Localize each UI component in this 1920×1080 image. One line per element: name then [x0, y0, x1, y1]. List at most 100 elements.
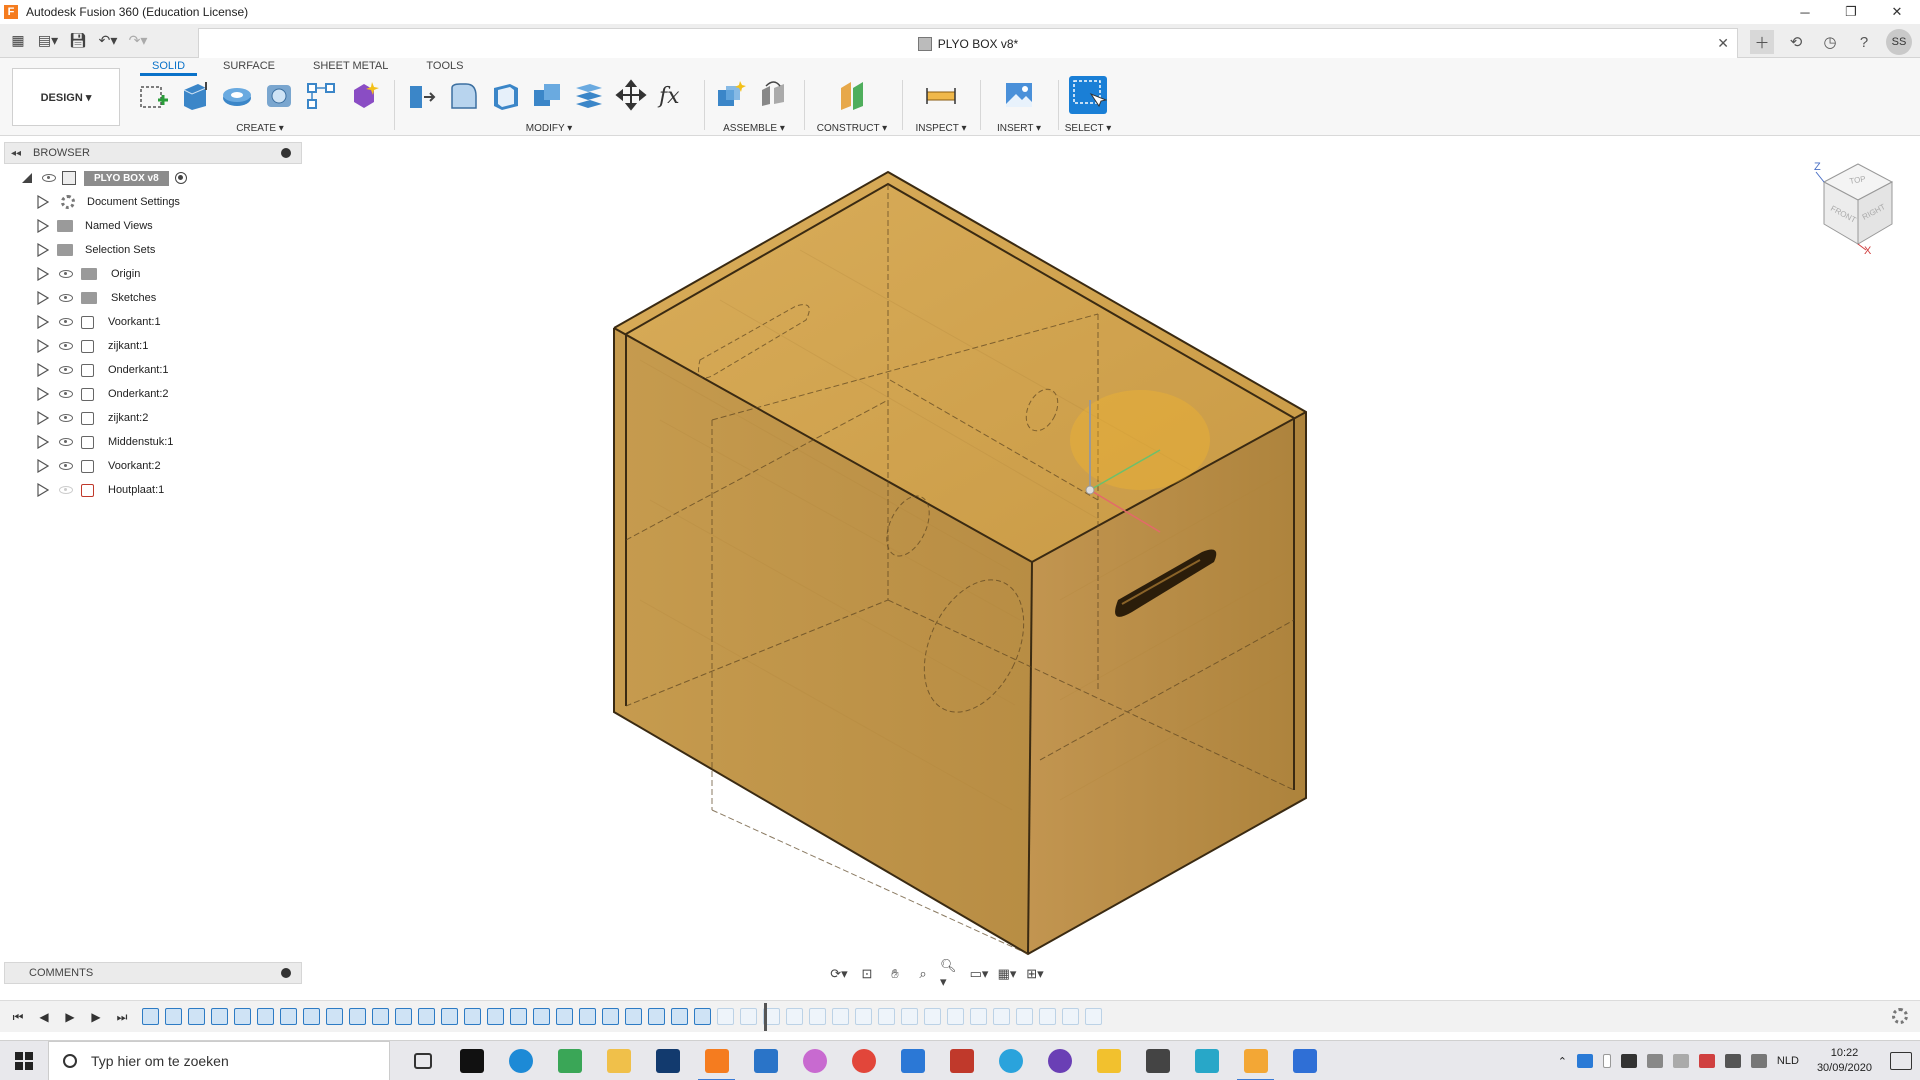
assemble-menu[interactable]: ASSEMBLE ▾	[714, 123, 794, 134]
insert-canvas-icon[interactable]	[1002, 78, 1036, 112]
browser-options-icon[interactable]	[281, 148, 291, 158]
help-icon[interactable]: ?	[1852, 30, 1876, 54]
browser-item[interactable]: Selection Sets	[4, 238, 302, 262]
parameters-fx-icon[interactable]: fx	[656, 78, 690, 112]
expand-arrow-icon[interactable]	[37, 483, 49, 497]
fillet-icon[interactable]	[446, 78, 480, 112]
visibility-eye-icon[interactable]	[59, 462, 73, 470]
timeline-feature-icon[interactable]	[855, 1008, 872, 1025]
browser-item[interactable]: Voorkant:2	[4, 454, 302, 478]
timeline-feature-icon[interactable]	[671, 1008, 688, 1025]
extensions-icon[interactable]: ⟲	[1784, 30, 1808, 54]
app-icon-cap[interactable]	[1133, 1041, 1182, 1080]
restore-button[interactable]: ❐	[1828, 0, 1874, 24]
create-form-icon[interactable]	[346, 78, 380, 112]
new-tab-plus-icon[interactable]: ＋	[1750, 30, 1774, 54]
app-icon-cyan[interactable]	[1182, 1041, 1231, 1080]
expand-arrow-icon[interactable]	[37, 267, 49, 281]
tab-tools[interactable]: TOOLS	[414, 58, 475, 76]
timeline-feature-icon[interactable]	[625, 1008, 642, 1025]
timeline-feature-icon[interactable]	[947, 1008, 964, 1025]
root-component-label[interactable]: PLYO BOX v8	[84, 170, 169, 186]
user-avatar[interactable]: SS	[1886, 29, 1912, 55]
timeline-feature-icon[interactable]	[970, 1008, 987, 1025]
mail-icon[interactable]	[888, 1041, 937, 1080]
timeline-feature-icon[interactable]	[878, 1008, 895, 1025]
telegram-icon[interactable]	[986, 1041, 1035, 1080]
timeline-settings-gear-icon[interactable]	[1892, 1008, 1908, 1024]
expand-arrow-icon[interactable]	[37, 243, 49, 257]
save-icon[interactable]: 💾︎	[66, 28, 90, 52]
language-indicator[interactable]: NLD	[1777, 1055, 1799, 1067]
app-icon-blue-badge[interactable]	[1280, 1041, 1329, 1080]
timeline-feature-icon[interactable]	[441, 1008, 458, 1025]
browser-root-node[interactable]: PLYO BOX v8	[4, 166, 302, 190]
browser-item[interactable]: Sketches	[4, 286, 302, 310]
joint-icon[interactable]	[756, 78, 790, 112]
app-icon-yellow[interactable]	[1084, 1041, 1133, 1080]
play-icon[interactable]: ▶	[60, 1007, 80, 1027]
timeline-feature-icon[interactable]	[165, 1008, 182, 1025]
edge-icon[interactable]	[496, 1041, 545, 1080]
step-back-icon[interactable]: ◀	[34, 1007, 54, 1027]
expand-arrow-icon[interactable]	[37, 219, 49, 233]
tab-surface[interactable]: SURFACE	[211, 58, 287, 76]
browser-item[interactable]: Middenstuk:1	[4, 430, 302, 454]
comments-panel[interactable]: COMMENTS	[4, 962, 302, 984]
timeline-feature-icon[interactable]	[257, 1008, 274, 1025]
timeline-feature-icon[interactable]	[533, 1008, 550, 1025]
visibility-eye-icon[interactable]	[59, 486, 73, 494]
new-component-icon[interactable]	[714, 78, 748, 112]
expand-arrow-icon[interactable]	[37, 363, 49, 377]
app-icon-dark-blue[interactable]	[643, 1041, 692, 1080]
visibility-eye-icon[interactable]	[42, 174, 56, 182]
visibility-eye-icon[interactable]	[59, 294, 73, 302]
measure-icon[interactable]	[924, 78, 958, 112]
timeline-feature-icon[interactable]	[579, 1008, 596, 1025]
timeline-feature-icon[interactable]	[809, 1008, 826, 1025]
volume-icon[interactable]	[1724, 1054, 1741, 1068]
timeline-feature-icon[interactable]	[142, 1008, 159, 1025]
netflix-icon[interactable]	[447, 1041, 496, 1080]
expand-arrow-icon[interactable]	[37, 435, 49, 449]
timeline-feature-icon[interactable]	[740, 1008, 757, 1025]
fusion-360-taskbar-icon[interactable]	[692, 1041, 741, 1080]
timeline-feature-icon[interactable]	[1062, 1008, 1079, 1025]
viewports-icon[interactable]: ⊞▾	[1024, 965, 1046, 983]
orbit-icon[interactable]: ⟳▾	[828, 965, 850, 983]
wifi-icon[interactable]	[1646, 1054, 1663, 1068]
expand-arrow-icon[interactable]	[37, 411, 49, 425]
start-button[interactable]	[0, 1041, 48, 1080]
app-icon-green[interactable]	[545, 1041, 594, 1080]
browser-item[interactable]: Houtplaat:1	[4, 478, 302, 502]
grid-settings-icon[interactable]: ▦▾	[996, 965, 1018, 983]
expand-arrow-icon[interactable]	[37, 387, 49, 401]
select-menu[interactable]: SELECT ▾	[1060, 123, 1116, 134]
shell-icon[interactable]	[488, 78, 522, 112]
file-explorer-icon[interactable]	[594, 1041, 643, 1080]
canvas-viewport[interactable]	[302, 138, 1920, 988]
notification-center-icon[interactable]	[1890, 1052, 1912, 1070]
redo-icon[interactable]: ↷▾	[126, 28, 150, 52]
dropbox-icon[interactable]	[1698, 1054, 1715, 1068]
expand-arrow-icon[interactable]	[37, 195, 49, 209]
task-view-icon[interactable]	[398, 1041, 447, 1080]
workspace-switcher-button[interactable]: DESIGN ▾	[12, 68, 120, 126]
document-tab[interactable]: PLYO BOX v8* ✕	[198, 28, 1738, 58]
expand-arrow-icon[interactable]	[37, 339, 49, 353]
extrude-icon[interactable]	[178, 78, 212, 112]
modify-menu[interactable]: MODIFY ▾	[404, 123, 694, 134]
zoom-fit-icon[interactable]: ⌕	[912, 965, 934, 983]
hole-icon[interactable]	[262, 78, 296, 112]
insert-menu[interactable]: INSERT ▾	[982, 123, 1056, 134]
tray-overflow-chevron-icon[interactable]: ⌃	[1558, 1055, 1567, 1068]
timeline-feature-icon[interactable]	[349, 1008, 366, 1025]
timeline-feature-icon[interactable]	[211, 1008, 228, 1025]
go-to-end-icon[interactable]: ⏭	[112, 1007, 132, 1027]
data-panel-grid-icon[interactable]: ▦	[6, 28, 30, 52]
chrome-icon[interactable]	[839, 1041, 888, 1080]
timeline-feature-icon[interactable]	[280, 1008, 297, 1025]
browser-item[interactable]: zijkant:1	[4, 334, 302, 358]
offset-face-icon[interactable]	[572, 78, 606, 112]
close-window-button[interactable]: ✕	[1874, 0, 1920, 24]
